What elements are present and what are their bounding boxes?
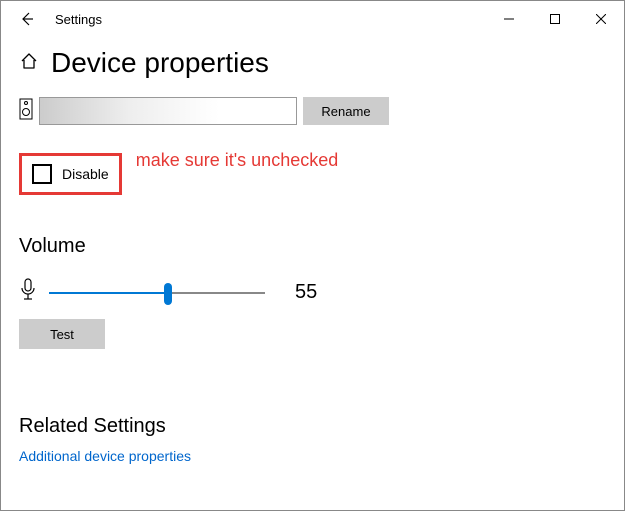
disable-label: Disable <box>62 166 109 182</box>
close-icon <box>596 14 606 24</box>
minimize-button[interactable] <box>486 1 532 37</box>
microphone-icon <box>19 278 37 307</box>
close-button[interactable] <box>578 1 624 37</box>
volume-slider[interactable] <box>49 283 265 303</box>
volume-row: 55 <box>19 278 606 307</box>
app-title: Settings <box>55 12 486 27</box>
home-icon[interactable] <box>19 51 39 76</box>
page-header: Device properties <box>1 37 624 91</box>
window-controls <box>486 1 624 37</box>
additional-device-properties-link[interactable]: Additional device properties <box>19 448 191 464</box>
test-button[interactable]: Test <box>19 319 105 349</box>
related-section-title: Related Settings <box>19 415 606 438</box>
maximize-icon <box>550 14 560 24</box>
annotation-text: make sure it's unchecked <box>136 150 339 171</box>
device-name-input[interactable] <box>39 97 297 125</box>
rename-button[interactable]: Rename <box>303 97 389 125</box>
volume-slider-thumb[interactable] <box>164 283 172 305</box>
titlebar: Settings <box>1 1 624 37</box>
disable-highlight-box: Disable <box>19 153 122 195</box>
minimize-icon <box>504 14 514 24</box>
speaker-icon <box>19 98 33 125</box>
rename-row: Rename <box>19 97 606 125</box>
arrow-left-icon <box>19 11 35 27</box>
back-button[interactable] <box>13 5 41 33</box>
maximize-button[interactable] <box>532 1 578 37</box>
volume-value: 55 <box>295 281 317 304</box>
page-title: Device properties <box>51 47 269 79</box>
volume-section-title: Volume <box>19 235 606 258</box>
disable-checkbox[interactable] <box>32 164 52 184</box>
